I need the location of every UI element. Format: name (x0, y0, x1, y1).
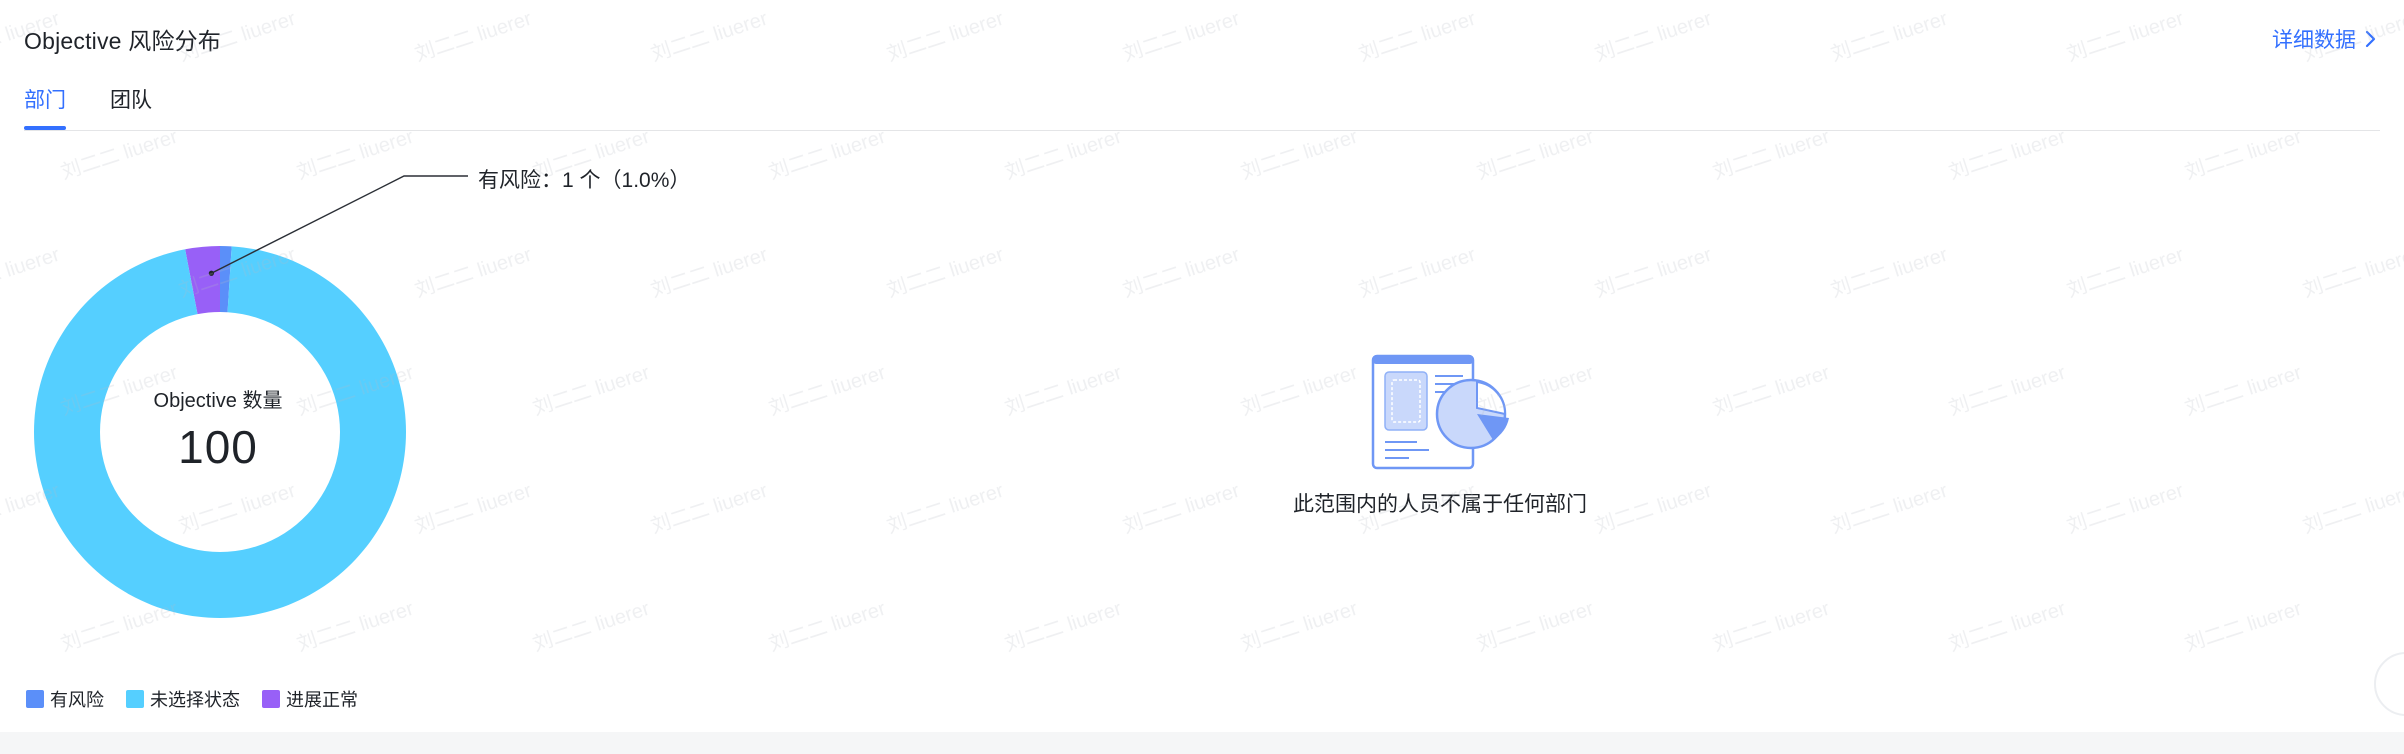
risk-callout-label: 有风险：1 个（1.0%） (478, 169, 691, 192)
detail-data-link[interactable]: 详细数据 (2272, 24, 2378, 54)
detail-data-label: 详细数据 (2272, 29, 2356, 52)
empty-state: 此范围内的人员不属于任何部门 (1240, 352, 1640, 518)
legend-item-on-track[interactable]: 进展正常 (262, 686, 358, 712)
legend-label-at-risk: 有风险 (50, 690, 104, 710)
page-bottom-strip (0, 732, 2404, 754)
legend-label-unselected: 未选择状态 (150, 690, 240, 710)
legend-swatch-unselected (126, 690, 144, 708)
legend-item-unselected[interactable]: 未选择状态 (126, 686, 240, 712)
chart-document-illustration-icon (1371, 354, 1509, 470)
chart-legend: 有风险 未选择状态 进展正常 (26, 686, 358, 712)
chevron-right-icon (2365, 30, 2376, 48)
legend-swatch-at-risk (26, 690, 44, 708)
legend-label-on-track: 进展正常 (286, 690, 358, 710)
callout-anchor-dot (208, 270, 214, 276)
tab-team[interactable]: 团队 (110, 84, 152, 130)
empty-state-text: 此范围内的人员不属于任何部门 (1293, 493, 1587, 516)
legend-swatch-on-track (262, 690, 280, 708)
floating-action-circle[interactable] (2374, 652, 2404, 716)
legend-item-at-risk[interactable]: 有风险 (26, 686, 104, 712)
tab-bar: 部门 团队 (24, 84, 152, 130)
donut-center-value: 100 (178, 421, 258, 473)
tab-divider (24, 130, 2380, 131)
donut-center-label: Objective 数量 (153, 390, 283, 412)
card-title: Objective 风险分布 (24, 28, 222, 54)
tab-department[interactable]: 部门 (24, 84, 66, 130)
risk-distribution-card: Objective 风险分布 详细数据 部门 团队 Objective 数量 1… (0, 0, 2404, 732)
